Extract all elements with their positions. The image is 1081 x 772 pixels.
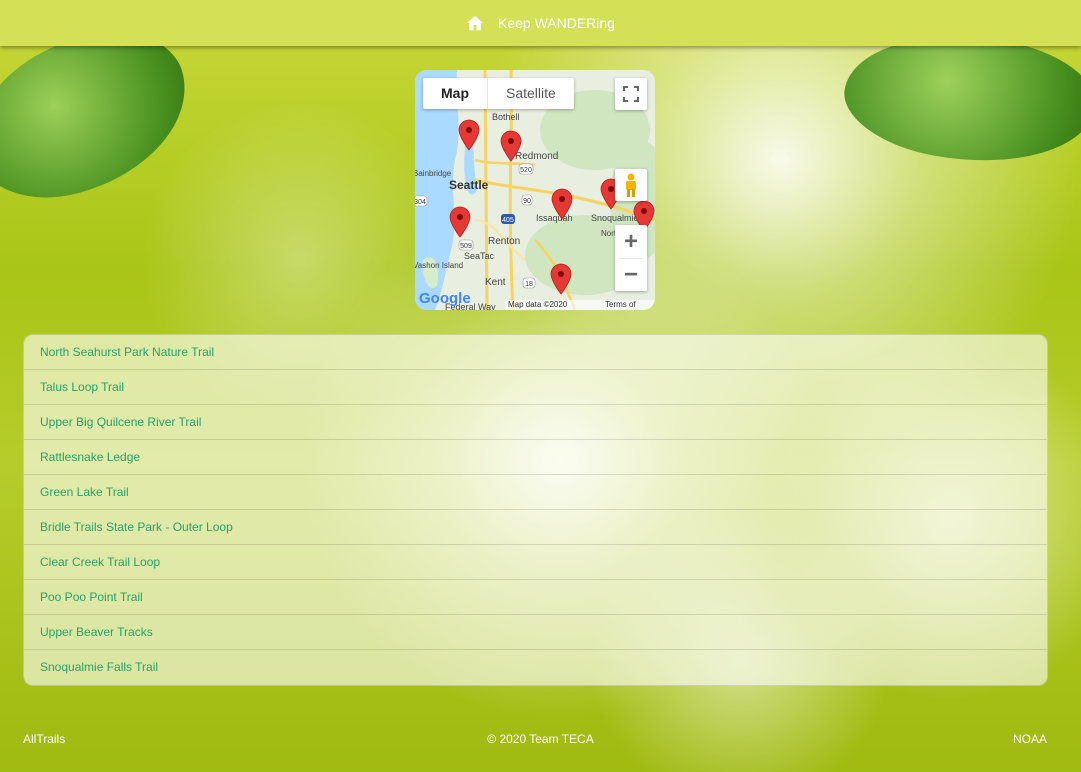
google-logo-text: Google [419, 290, 471, 307]
zoom-out-button[interactable]: − [615, 259, 647, 291]
trail-map[interactable]: Bothell Redmond Seattle Issaquah Snoqual… [415, 70, 655, 310]
map-label: Redmond [515, 151, 558, 162]
map-type-map-button[interactable]: Map [423, 78, 488, 109]
trail-list-item[interactable]: Upper Beaver Tracks [24, 615, 1047, 650]
footer: © 2020 Team TECA AllTrails NOAA [0, 732, 1081, 746]
street-view-pegman[interactable] [615, 169, 647, 201]
map-label: Renton [488, 236, 520, 247]
route-badge: 509 [460, 243, 472, 250]
trail-list-item[interactable]: Poo Poo Point Trail [24, 580, 1047, 615]
zoom-control: + − [615, 225, 647, 291]
home-icon [467, 15, 483, 31]
map-label: Snoqualmie [591, 213, 639, 223]
map-label: Issaquah [536, 213, 573, 223]
trail-list-item[interactable]: Bridle Trails State Park - Outer Loop [24, 510, 1047, 545]
fullscreen-button[interactable] [615, 78, 647, 110]
copyright-text: © 2020 Team TECA [487, 732, 594, 746]
map-label: Kent [485, 277, 506, 288]
map-label: SeaTac [464, 251, 495, 261]
zoom-in-button[interactable]: + [615, 226, 647, 258]
map-type-control: Map Satellite [423, 78, 574, 109]
map-data-text: Map data ©2020 Google [508, 300, 568, 310]
noaa-link[interactable]: NOAA [1013, 732, 1047, 746]
trail-list-item[interactable]: Talus Loop Trail [24, 370, 1047, 405]
route-badge: 304 [415, 199, 426, 206]
google-logo: Google [419, 290, 471, 307]
trail-list-item[interactable]: North Seahurst Park Nature Trail [24, 335, 1047, 370]
map-label: Bainbridge [415, 169, 452, 178]
trail-list-item[interactable]: Clear Creek Trail Loop [24, 545, 1047, 580]
route-badge: 18 [525, 281, 533, 288]
brand-link[interactable]: Keep WANDERing [466, 15, 615, 31]
trail-list-item[interactable]: Snoqualmie Falls Trail [24, 650, 1047, 684]
map-type-satellite-button[interactable]: Satellite [488, 78, 574, 109]
map-label: Vashon Island [415, 261, 463, 270]
route-badge: 90 [523, 198, 531, 205]
pegman-icon [626, 173, 636, 197]
route-badge: 405 [502, 217, 514, 224]
route-badge: 520 [520, 167, 532, 174]
fullscreen-icon [623, 86, 639, 102]
trail-list-item[interactable]: Green Lake Trail [24, 475, 1047, 510]
map-label: Bothell [492, 112, 520, 122]
navbar: Keep WANDERing [0, 0, 1081, 46]
trail-list: North Seahurst Park Nature Trail Talus L… [23, 334, 1048, 686]
trail-list-item[interactable]: Upper Big Quilcene River Trail [24, 405, 1047, 440]
terms-of-use-link[interactable]: Terms of Use [605, 300, 652, 310]
alltrails-link[interactable]: AllTrails [23, 732, 65, 746]
map-attribution: Map data ©2020 Google Terms of Use [505, 300, 655, 310]
brand-title: Keep WANDERing [498, 15, 615, 31]
trail-list-item[interactable]: Rattlesnake Ledge [24, 440, 1047, 475]
map-label: Seattle [449, 178, 489, 192]
